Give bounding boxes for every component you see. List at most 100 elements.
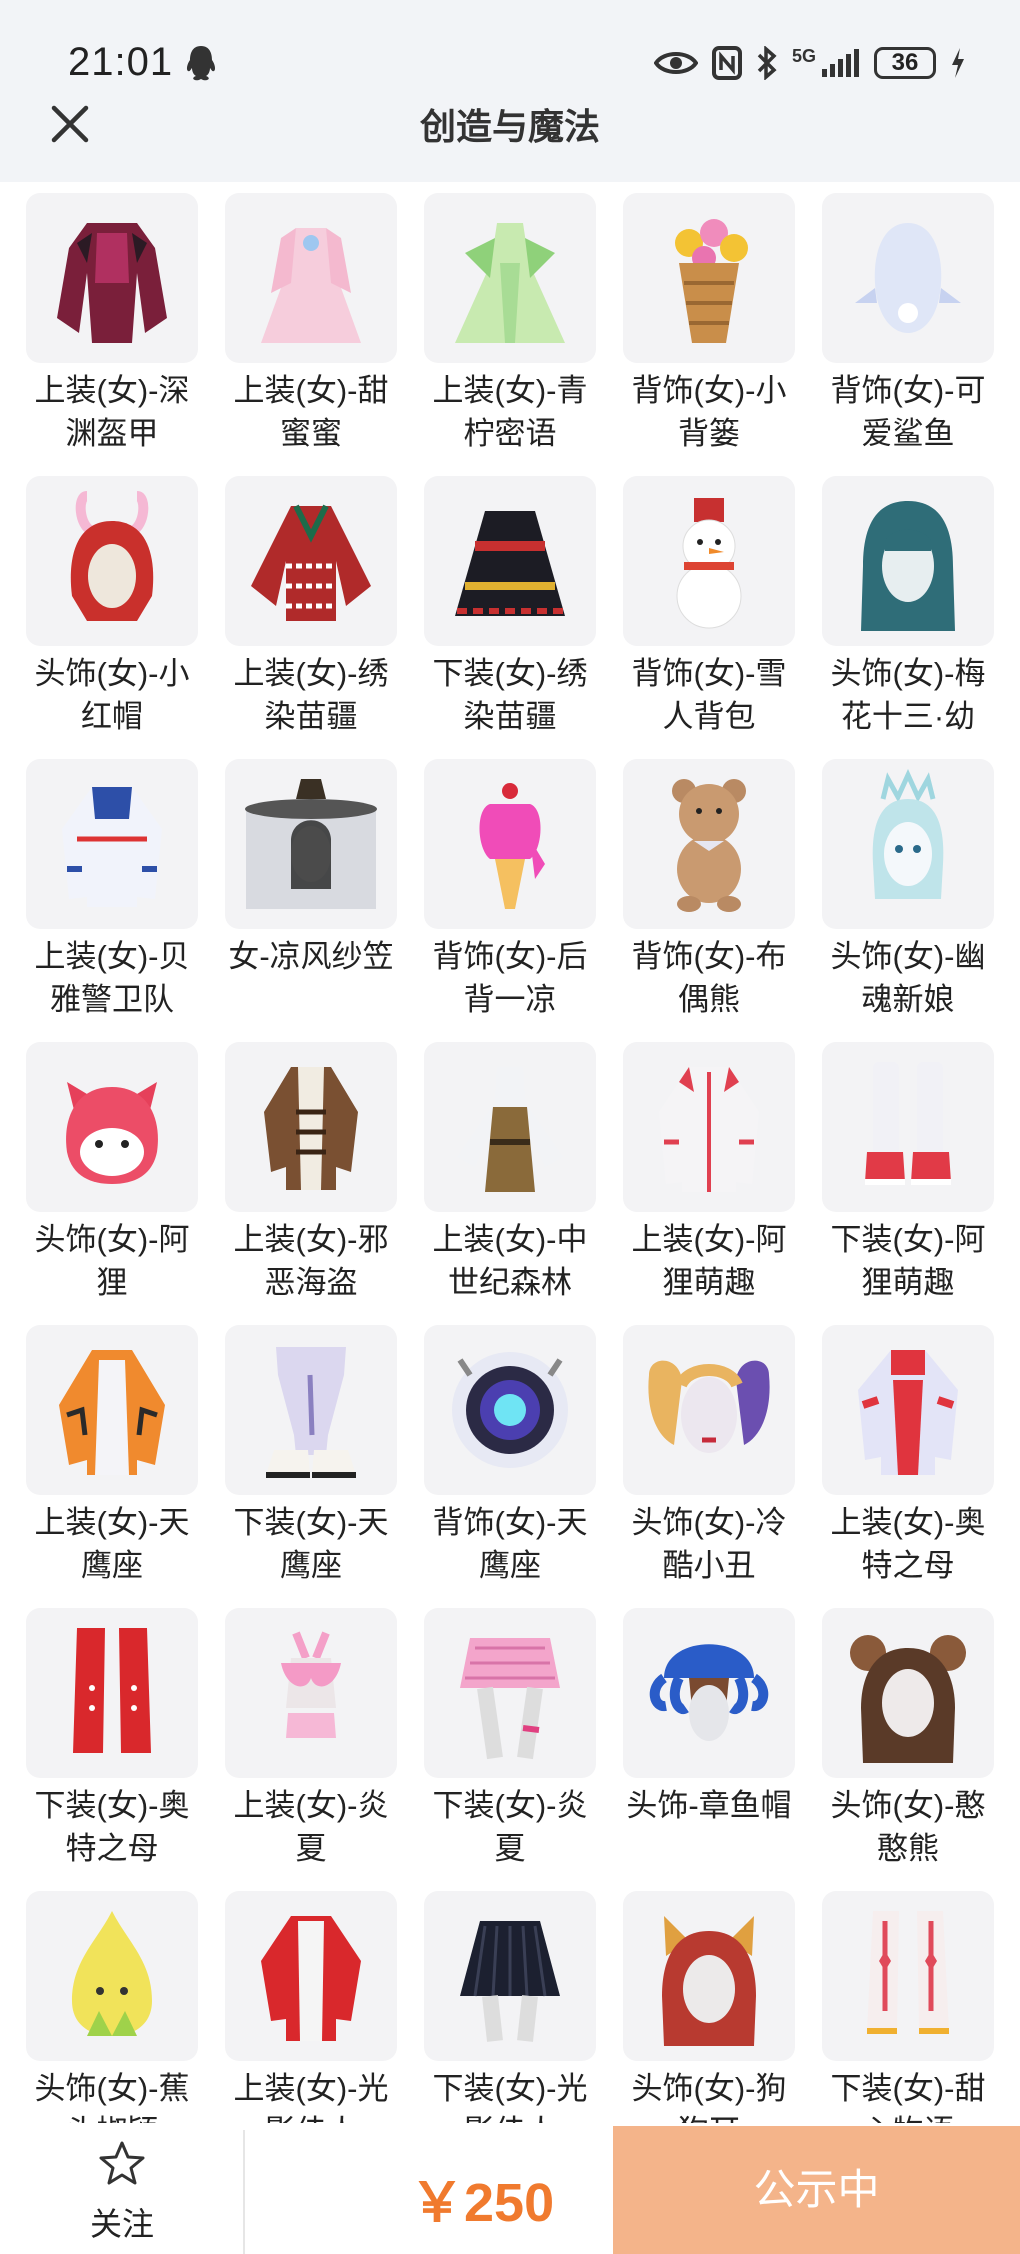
ali-boots-thumb: [822, 1042, 994, 1212]
item-label: 上装(女)-邪恶海盗: [233, 1222, 389, 1300]
item-card[interactable]: 背饰(女)-可爱鲨鱼: [822, 193, 994, 455]
dog-ears-hair-thumb: [623, 1891, 795, 2061]
ali-hoodie-thumb: [623, 1042, 795, 1212]
item-card[interactable]: 背饰(女)-雪人背包: [623, 476, 795, 738]
item-card[interactable]: 下装(女)-天鹰座: [225, 1325, 397, 1587]
item-label: 头饰(女)-蕉头椒颖: [34, 2071, 190, 2123]
item-label: 背饰(女)-可爱鲨鱼: [830, 373, 986, 451]
nfc-icon: [711, 46, 742, 80]
item-label: 上装(女)-青柠密语: [432, 373, 588, 451]
public-notice-button[interactable]: 公示中: [613, 2126, 1020, 2254]
item-label: 上装(女)-中世纪森林: [432, 1222, 588, 1300]
green-dress-top-thumb: [424, 193, 596, 363]
item-card[interactable]: 上装(女)-深渊盔甲: [26, 193, 198, 455]
item-card[interactable]: 头饰(女)-小红帽: [26, 476, 198, 738]
item-card[interactable]: 下装(女)-阿狸萌趣: [822, 1042, 994, 1304]
item-card[interactable]: 背饰(女)-后背一凉: [424, 759, 596, 1021]
item-card[interactable]: 头饰(女)-憨憨熊: [822, 1608, 994, 1870]
item-card[interactable]: 上装(女)-青柠密语: [424, 193, 596, 455]
item-card[interactable]: 女-凉风纱笠: [225, 759, 397, 978]
item-card[interactable]: 上装(女)-甜蜜蜜: [225, 193, 397, 455]
ultra-mother-top-thumb: [822, 1325, 994, 1495]
aquila-backpack-thumb: [424, 1325, 596, 1495]
item-label: 上装(女)-深渊盔甲: [34, 373, 190, 451]
eye-icon: [653, 52, 698, 74]
dark-armor-top-thumb: [26, 193, 198, 363]
network-type: 5G: [791, 45, 816, 66]
item-label: 女-凉风纱笠: [228, 939, 394, 974]
item-card[interactable]: 上装(女)-中世纪森林: [424, 1042, 596, 1304]
item-label: 上装(女)-炎夏: [233, 1788, 389, 1866]
star-icon: [99, 2141, 145, 2185]
item-card[interactable]: 上装(女)-炎夏: [225, 1608, 397, 1870]
item-card[interactable]: 下装(女)-甜心物语: [822, 1891, 994, 2123]
pink-dress-top-thumb: [225, 193, 397, 363]
item-label: 下装(女)-阿狸萌趣: [830, 1222, 986, 1300]
banana-hat-thumb: [26, 1891, 198, 2061]
item-card[interactable]: 下装(女)-炎夏: [424, 1608, 596, 1870]
item-label: 上装(女)-绣染苗疆: [233, 656, 389, 734]
item-label: 下装(女)-光影佳人: [432, 2071, 588, 2123]
item-card[interactable]: 头饰(女)-幽魂新娘: [822, 759, 994, 1021]
item-label: 背饰(女)-后背一凉: [432, 939, 588, 1017]
item-label: 下装(女)-天鹰座: [233, 1505, 389, 1583]
item-card[interactable]: 上装(女)-绣染苗疆: [225, 476, 397, 738]
item-label: 头饰(女)-阿狸: [34, 1222, 190, 1300]
item-card[interactable]: 下装(女)-绣染苗疆: [424, 476, 596, 738]
item-card[interactable]: 下装(女)-光影佳人: [424, 1891, 596, 2123]
teddy-bear-thumb: [623, 759, 795, 929]
embroidered-skirt-thumb: [424, 476, 596, 646]
item-card[interactable]: 头饰(女)-狗狗耳: [623, 1891, 795, 2123]
close-icon[interactable]: [46, 100, 94, 148]
item-label: 上装(女)-贝雅警卫队: [34, 939, 190, 1017]
pirate-top-thumb: [225, 1042, 397, 1212]
item-card[interactable]: 上装(女)-天鹰座: [26, 1325, 198, 1587]
item-card[interactable]: 上装(女)-阿狸萌趣: [623, 1042, 795, 1304]
item-card[interactable]: 背饰(女)-布偶熊: [623, 759, 795, 1021]
item-label: 背饰(女)-布偶熊: [631, 939, 787, 1017]
item-card[interactable]: 头饰-章鱼帽: [623, 1608, 795, 1827]
status-time: 21:01: [68, 40, 174, 84]
follow-button[interactable]: 关注: [62, 2140, 182, 2242]
signal-icon: [822, 49, 859, 77]
item-card[interactable]: 下装(女)-奥特之母: [26, 1608, 198, 1870]
follow-label: 关注: [89, 2206, 154, 2242]
item-label: 下装(女)-炎夏: [432, 1788, 588, 1866]
veil-hat-thumb: [225, 759, 397, 929]
item-label: 下装(女)-甜心物语: [830, 2071, 986, 2123]
item-card[interactable]: 上装(女)-奥特之母: [822, 1325, 994, 1587]
item-card[interactable]: 头饰(女)-阿狸: [26, 1042, 198, 1304]
item-card[interactable]: 背饰(女)-小背篓: [623, 193, 795, 455]
item-label: 背饰(女)-雪人背包: [631, 656, 787, 734]
item-card[interactable]: 头饰(女)-冷酷小丑: [623, 1325, 795, 1587]
item-label: 头饰(女)-小红帽: [34, 656, 190, 734]
item-card[interactable]: 头饰(女)-蕉头椒颖: [26, 1891, 198, 2123]
item-label: 上装(女)-光影佳人: [233, 2071, 389, 2123]
item-grid: 上装(女)-深渊盔甲 上装(女)-甜蜜蜜 上装(女)-青柠密语 背饰(女)-小背…: [26, 193, 1006, 2123]
charging-icon: [952, 48, 964, 78]
item-card[interactable]: 背饰(女)-天鹰座: [424, 1325, 596, 1587]
shark-backpack-thumb: [822, 193, 994, 363]
qq-notification-icon: [186, 46, 216, 81]
item-card[interactable]: 头饰(女)-梅花十三·幼: [822, 476, 994, 738]
snowman-backpack-thumb: [623, 476, 795, 646]
item-card[interactable]: 上装(女)-贝雅警卫队: [26, 759, 198, 1021]
item-label: 头饰-章鱼帽: [626, 1788, 792, 1823]
summer-top-thumb: [225, 1608, 397, 1778]
battery-indicator: 36: [874, 47, 936, 79]
top-bar: [0, 0, 1020, 182]
item-card[interactable]: 上装(女)-邪恶海盗: [225, 1042, 397, 1304]
bluetooth-icon: [757, 46, 777, 80]
item-label: 上装(女)-阿狸萌趣: [631, 1222, 787, 1300]
item-card[interactable]: 上装(女)-光影佳人: [225, 1891, 397, 2123]
red-jacket-thumb: [225, 1891, 397, 2061]
ultra-mother-boots-thumb: [26, 1608, 198, 1778]
item-label: 头饰(女)-幽魂新娘: [830, 939, 986, 1017]
item-label: 下装(女)-奥特之母: [34, 1788, 190, 1866]
price: ￥250: [410, 2173, 555, 2233]
sweetheart-boots-thumb: [822, 1891, 994, 2061]
aquila-pants-thumb: [225, 1325, 397, 1495]
item-label: 头饰(女)-憨憨熊: [830, 1788, 986, 1866]
medieval-top-thumb: [424, 1042, 596, 1212]
divider: [243, 2130, 245, 2254]
